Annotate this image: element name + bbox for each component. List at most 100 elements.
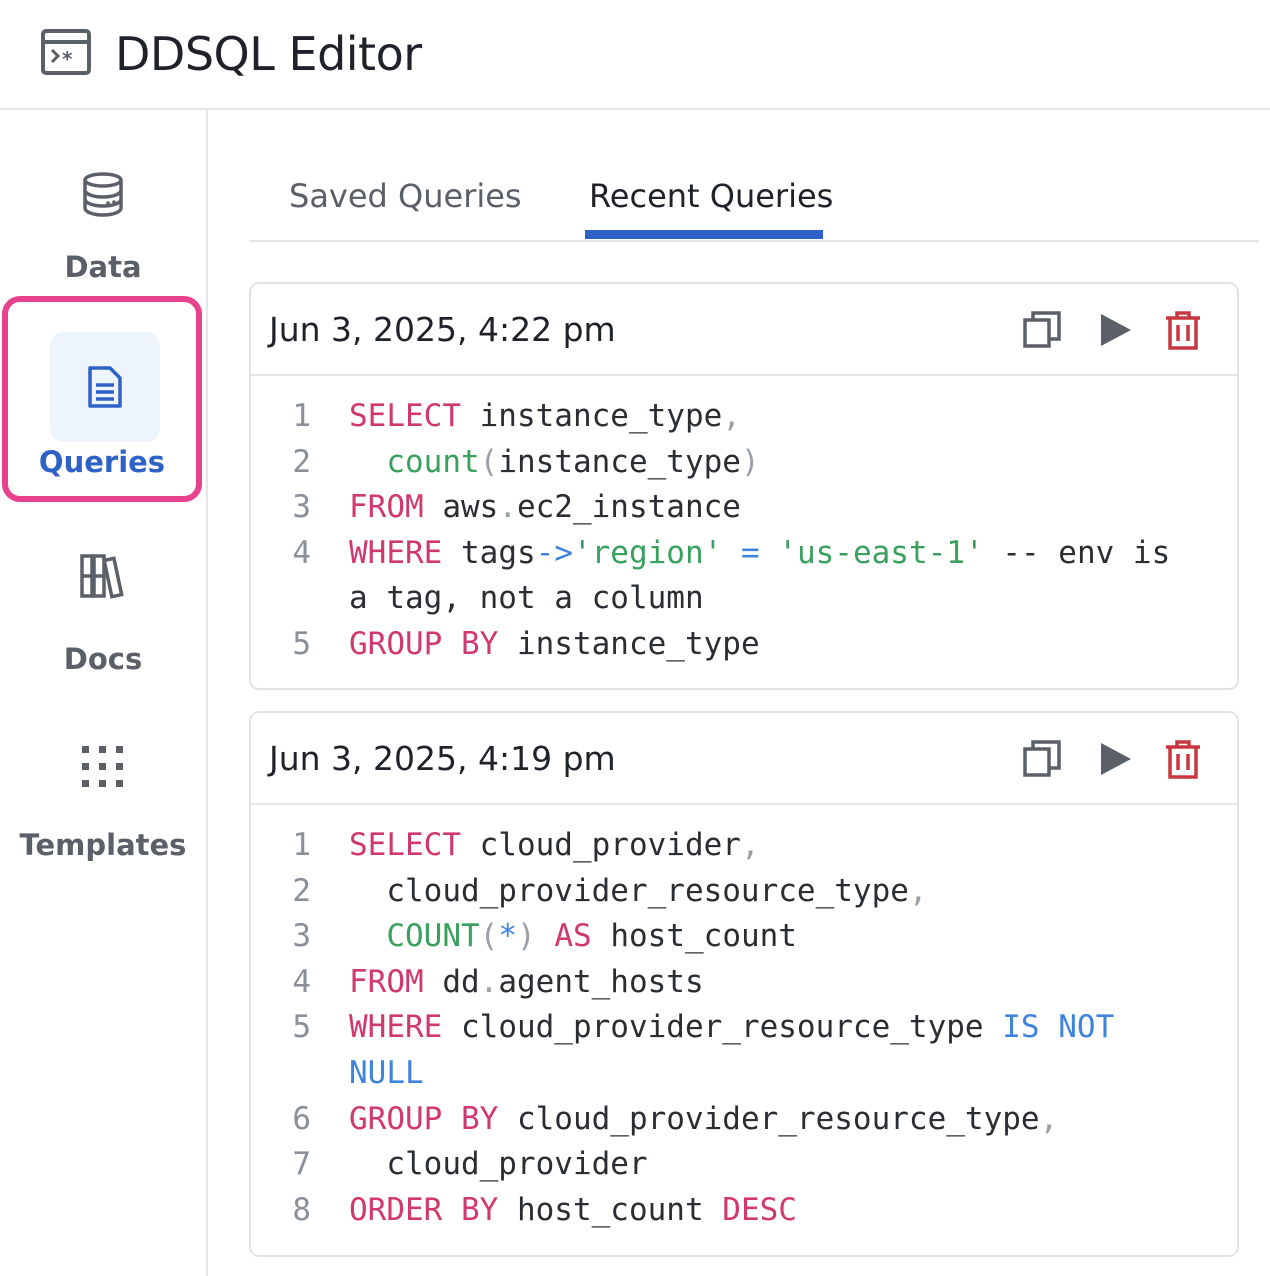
delete-icon[interactable]: [1161, 308, 1205, 352]
app-header: * DDSQL Editor: [0, 0, 1270, 110]
query-timestamp: Jun 3, 2025, 4:19 pm: [269, 739, 616, 778]
code-text: FROM dd.agent_hosts: [349, 960, 704, 1006]
line-number: 4: [292, 963, 311, 1000]
code-text: NULL: [349, 1051, 424, 1097]
sidebar-item-docs[interactable]: Docs: [0, 550, 206, 676]
code-token: NULL: [349, 1054, 424, 1091]
tab-recent-queries[interactable]: Recent Queries: [589, 174, 833, 218]
code-line: 3 FROM aws.ec2_instance: [251, 485, 1237, 531]
code-token: FROM: [349, 489, 424, 526]
run-icon[interactable]: [1093, 308, 1137, 352]
code-token: agent_hosts: [498, 963, 704, 1000]
code-text: WHERE cloud_provider_resource_type IS NO…: [349, 1005, 1114, 1051]
query-card: Jun 3, 2025, 4:19 pm 1 SELECT cloud_provi…: [249, 711, 1239, 1257]
code-token: ORDER BY: [349, 1191, 499, 1228]
code-text: count(instance_type): [349, 440, 760, 486]
code-line: 1 SELECT cloud_provider,: [251, 823, 1237, 869]
books-icon: [80, 554, 124, 599]
code-line: 5 WHERE cloud_provider_resource_type IS N…: [251, 1005, 1237, 1051]
code-text: SELECT cloud_provider,: [349, 823, 760, 869]
line-number: 5: [292, 625, 311, 662]
line-number: 5: [292, 1009, 311, 1046]
query-card: Jun 3, 2025, 4:22 pm 1 SELECT instance_ty…: [249, 282, 1239, 690]
code-text: SELECT instance_type,: [349, 394, 741, 440]
code-token: cloud_provider_resource_type: [349, 872, 909, 909]
delete-icon[interactable]: [1161, 737, 1205, 781]
sql-editor-icon: *: [41, 29, 91, 75]
copy-icon[interactable]: [1021, 308, 1065, 352]
query-code[interactable]: 1 SELECT cloud_provider, 2 cloud_provider_…: [251, 823, 1237, 1233]
code-text: cloud_provider: [349, 1142, 648, 1188]
code-token: SELECT: [349, 827, 461, 863]
document-icon: [88, 366, 122, 408]
code-text: ORDER BY host_count DESC: [349, 1188, 797, 1234]
code-token: instance_type: [460, 398, 723, 434]
code-token: ): [517, 918, 536, 955]
code-text: WHERE tags->'region' = 'us-east-1' -- en…: [349, 531, 1170, 577]
code-token: FROM: [349, 963, 424, 1000]
line-number: 2: [292, 872, 311, 909]
run-icon[interactable]: [1093, 737, 1137, 781]
code-token: .: [498, 489, 517, 526]
code-token: cloud_provider: [349, 1146, 648, 1183]
code-token: WHERE: [349, 1009, 443, 1046]
line-number: 6: [292, 1100, 311, 1137]
grid-icon: [82, 746, 123, 787]
code-line: 3 COUNT(*) AS host_count: [251, 914, 1237, 960]
sidebar-item-data[interactable]: Data: [0, 170, 206, 284]
sidebar-item-label: Templates: [19, 828, 187, 862]
sidebar: Data Queries Docs Templates: [0, 110, 208, 1276]
query-card-header: Jun 3, 2025, 4:19 pm: [251, 713, 1237, 805]
code-text: a tag, not a column: [349, 576, 704, 622]
line-number: 2: [292, 443, 311, 480]
code-token: -- env is: [983, 534, 1171, 571]
sidebar-item-queries[interactable]: Queries: [2, 296, 202, 502]
code-token: (: [479, 443, 499, 480]
line-number: 1: [292, 398, 311, 434]
sidebar-item-label: Queries: [38, 445, 166, 479]
code-token: WHERE: [349, 534, 443, 571]
code-token: cloud_provider: [460, 827, 741, 863]
code-token: *: [498, 918, 517, 955]
code-token: cloud_provider_resource_type: [498, 1100, 1040, 1137]
code-token: ->: [535, 534, 573, 571]
code-token: AS: [554, 918, 592, 955]
code-line: a tag, not a column: [251, 576, 1237, 622]
sidebar-item-label: Data: [64, 250, 142, 284]
code-token: instance_type: [498, 443, 741, 480]
code-line: 2 count(instance_type): [251, 440, 1237, 486]
line-number: 7: [292, 1146, 311, 1183]
svg-text:*: *: [62, 47, 73, 71]
code-token: ): [740, 443, 760, 480]
code-token: IS NOT: [1002, 1009, 1115, 1046]
tab-saved-queries[interactable]: Saved Queries: [289, 174, 522, 218]
code-token: ec2_instance: [516, 489, 741, 526]
line-number: 4: [292, 534, 311, 571]
sidebar-item-templates[interactable]: Templates: [0, 742, 206, 862]
copy-icon[interactable]: [1021, 737, 1065, 781]
code-token: ,: [1039, 1100, 1059, 1137]
active-tile: [50, 332, 160, 442]
line-number: 3: [292, 918, 311, 955]
query-timestamp: Jun 3, 2025, 4:22 pm: [269, 310, 616, 349]
code-token: host_count: [498, 1191, 723, 1228]
code-token: .: [479, 963, 499, 1000]
code-text: COUNT(*) AS host_count: [349, 914, 797, 960]
query-card-header: Jun 3, 2025, 4:22 pm: [251, 284, 1237, 376]
code-text: GROUP BY cloud_provider_resource_type,: [349, 1097, 1058, 1143]
code-line: 8 ORDER BY host_count DESC: [251, 1188, 1237, 1234]
code-token: aws: [423, 489, 499, 526]
line-number: 1: [292, 827, 311, 863]
code-token: ,: [908, 872, 928, 909]
code-token: cloud_provider_resource_type: [442, 1009, 1003, 1046]
code-text: FROM aws.ec2_instance: [349, 485, 741, 531]
line-number: 8: [292, 1191, 311, 1228]
query-code[interactable]: 1 SELECT instance_type, 2 count(instance_t…: [251, 394, 1237, 668]
code-line: 6 GROUP BY cloud_provider_resource_type,: [251, 1097, 1237, 1143]
code-token: DESC: [722, 1191, 797, 1228]
code-line: 5 GROUP BY instance_type: [251, 622, 1237, 668]
